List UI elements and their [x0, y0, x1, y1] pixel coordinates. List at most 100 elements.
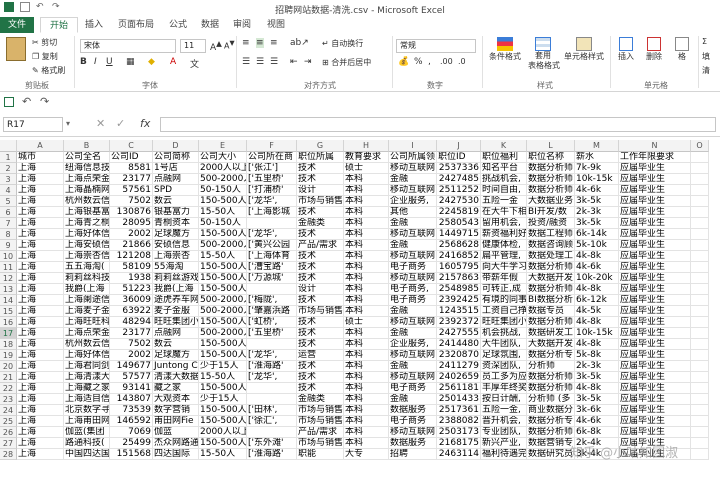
table-cell[interactable] — [247, 218, 297, 229]
table-cell[interactable]: 职位ID — [437, 152, 481, 163]
table-cell[interactable]: 清漾大数据 — [153, 372, 199, 383]
table-cell[interactable]: 2580543 — [437, 218, 481, 229]
table-cell[interactable]: 招聘 — [389, 449, 437, 460]
table-cell[interactable]: Juntong C — [153, 361, 199, 372]
table-cell[interactable]: 149677 — [110, 361, 153, 372]
table-cell[interactable]: 技术 — [297, 262, 344, 273]
table-cell[interactable]: 1449715 — [437, 229, 481, 240]
table-cell[interactable]: 工作年限要求 — [619, 152, 691, 163]
table-cell[interactable]: 技术 — [297, 229, 344, 240]
table-cell[interactable]: 应届毕业生 — [619, 372, 691, 383]
table-cell[interactable]: 工资自己挣 — [481, 306, 527, 317]
table-cell[interactable]: 2245819 — [437, 207, 481, 218]
table-cell[interactable]: 上海青之桐 — [64, 218, 110, 229]
table-cell[interactable]: 2392425 — [437, 295, 481, 306]
table-cell[interactable]: 移动互联网 — [389, 251, 437, 262]
font-size-select[interactable]: 11 — [180, 39, 206, 53]
table-cell[interactable]: 机会挑战, — [481, 328, 527, 339]
table-cell[interactable]: 金融类 — [297, 394, 344, 405]
table-cell[interactable]: 上海 — [17, 163, 64, 174]
table-cell[interactable]: 数据服务 — [389, 405, 437, 416]
align-right-icon[interactable]: ☰ — [270, 57, 278, 67]
column-header[interactable]: O — [691, 140, 709, 152]
table-cell[interactable]: 150-500人 — [199, 273, 247, 284]
table-cell[interactable]: ['田林', — [247, 405, 297, 416]
table-cell[interactable]: 15-50人 — [199, 449, 247, 460]
table-cell[interactable]: 应届毕业生 — [619, 383, 691, 394]
table-cell[interactable]: 上海 — [17, 438, 64, 449]
table-cell[interactable]: 本科 — [344, 207, 389, 218]
table-cell[interactable]: 4k-6k — [575, 185, 619, 196]
table-cell[interactable]: 4k-8k — [575, 383, 619, 394]
table-cell[interactable]: 金融类 — [297, 218, 344, 229]
table-cell[interactable]: 4k-8k — [575, 317, 619, 328]
table-cell[interactable]: 设计 — [297, 185, 344, 196]
table-cell[interactable]: 4k-6k — [575, 416, 619, 427]
table-cell[interactable]: 本科 — [344, 218, 389, 229]
table-cell[interactable]: 上海麦子金 — [64, 306, 110, 317]
table-cell[interactable]: 应届毕业生 — [619, 174, 691, 185]
indent-decrease-icon[interactable]: ⇤ — [290, 57, 298, 67]
table-cell[interactable]: 资深团队, — [481, 361, 527, 372]
tab-home[interactable]: 开始 — [40, 17, 78, 33]
table-cell[interactable] — [691, 251, 709, 262]
table-cell[interactable]: 上海 — [17, 339, 64, 350]
table-cell[interactable]: 丰厚年终奖 — [481, 383, 527, 394]
table-cell[interactable] — [691, 229, 709, 240]
table-cell[interactable]: 500-2000人 — [199, 174, 247, 185]
table-cell[interactable]: 电子商务 — [389, 383, 437, 394]
table-cell[interactable]: 上海 — [17, 394, 64, 405]
column-header[interactable]: H — [344, 140, 389, 152]
table-cell[interactable]: 移动互联网 — [389, 350, 437, 361]
enter-icon[interactable]: ✓ — [116, 117, 125, 130]
row-header[interactable]: 20 — [0, 361, 17, 372]
cancel-icon[interactable]: ✕ — [96, 117, 105, 130]
table-cell[interactable]: 莉莉丝游戏 — [153, 273, 199, 284]
phonetic-icon[interactable]: 文 — [190, 57, 199, 70]
spreadsheet-grid[interactable]: A B C D E F G H I J K L M N O 1 城市 公司全名 公司ID 公司简称 公司大小 公司所在商职… — [0, 140, 720, 482]
table-cell[interactable] — [691, 174, 709, 185]
row-header[interactable]: 22 — [0, 383, 17, 394]
orientation-icon[interactable]: ab↗ — [290, 38, 309, 48]
table-cell[interactable]: 应届毕业生 — [619, 361, 691, 372]
table-cell[interactable]: 上海 — [17, 174, 64, 185]
table-cell[interactable]: 本科 — [344, 284, 389, 295]
currency-icon[interactable]: 💰 — [398, 57, 409, 67]
table-cell[interactable]: 四达国际 — [153, 449, 199, 460]
table-cell[interactable]: 职位所属 — [297, 152, 344, 163]
table-cell[interactable]: 金融 — [389, 218, 437, 229]
table-cell[interactable]: 应届毕业生 — [619, 262, 691, 273]
table-cell[interactable]: 应届毕业生 — [619, 405, 691, 416]
row-header[interactable]: 9 — [0, 240, 17, 251]
table-cell[interactable]: 少于15人 — [199, 394, 247, 405]
table-cell[interactable]: 应届毕业生 — [619, 196, 691, 207]
table-cell[interactable]: 上海 — [17, 372, 64, 383]
table-cell[interactable] — [691, 207, 709, 218]
table-cell[interactable]: 应届毕业生 — [619, 163, 691, 174]
table-cell[interactable]: 数据研发工 — [527, 328, 575, 339]
redo-icon[interactable]: ↷ — [40, 95, 49, 108]
format-painter-button[interactable]: ✎ 格式刷 — [32, 65, 65, 76]
table-cell[interactable]: 应届毕业生 — [619, 229, 691, 240]
table-cell[interactable]: 应届毕业生 — [619, 427, 691, 438]
table-cell[interactable]: 杭州数云信 — [64, 196, 110, 207]
table-cell[interactable]: ['徐汇', — [247, 416, 297, 427]
table-cell[interactable]: 数据研究员 — [527, 449, 575, 460]
table-cell[interactable]: 上海 — [17, 251, 64, 262]
row-header[interactable]: 23 — [0, 394, 17, 405]
table-cell[interactable]: 25499 — [110, 438, 153, 449]
table-cell[interactable]: 硕士 — [344, 163, 389, 174]
table-cell[interactable]: 大数据开发 — [527, 273, 575, 284]
table-cell[interactable]: 2402659 — [437, 372, 481, 383]
table-cell[interactable]: 移动互联网 — [389, 427, 437, 438]
table-cell[interactable]: 专业团队, — [481, 427, 527, 438]
table-cell[interactable] — [691, 152, 709, 163]
table-cell[interactable]: 数据分析师 — [527, 372, 575, 383]
align-center-icon[interactable]: ☰ — [256, 57, 264, 67]
table-cell[interactable]: 本科 — [344, 306, 389, 317]
table-cell[interactable] — [691, 284, 709, 295]
formula-input[interactable] — [160, 117, 716, 132]
table-cell[interactable]: 足球魔方 — [153, 350, 199, 361]
table-cell[interactable]: 上海 — [17, 262, 64, 273]
row-header[interactable]: 7 — [0, 218, 17, 229]
